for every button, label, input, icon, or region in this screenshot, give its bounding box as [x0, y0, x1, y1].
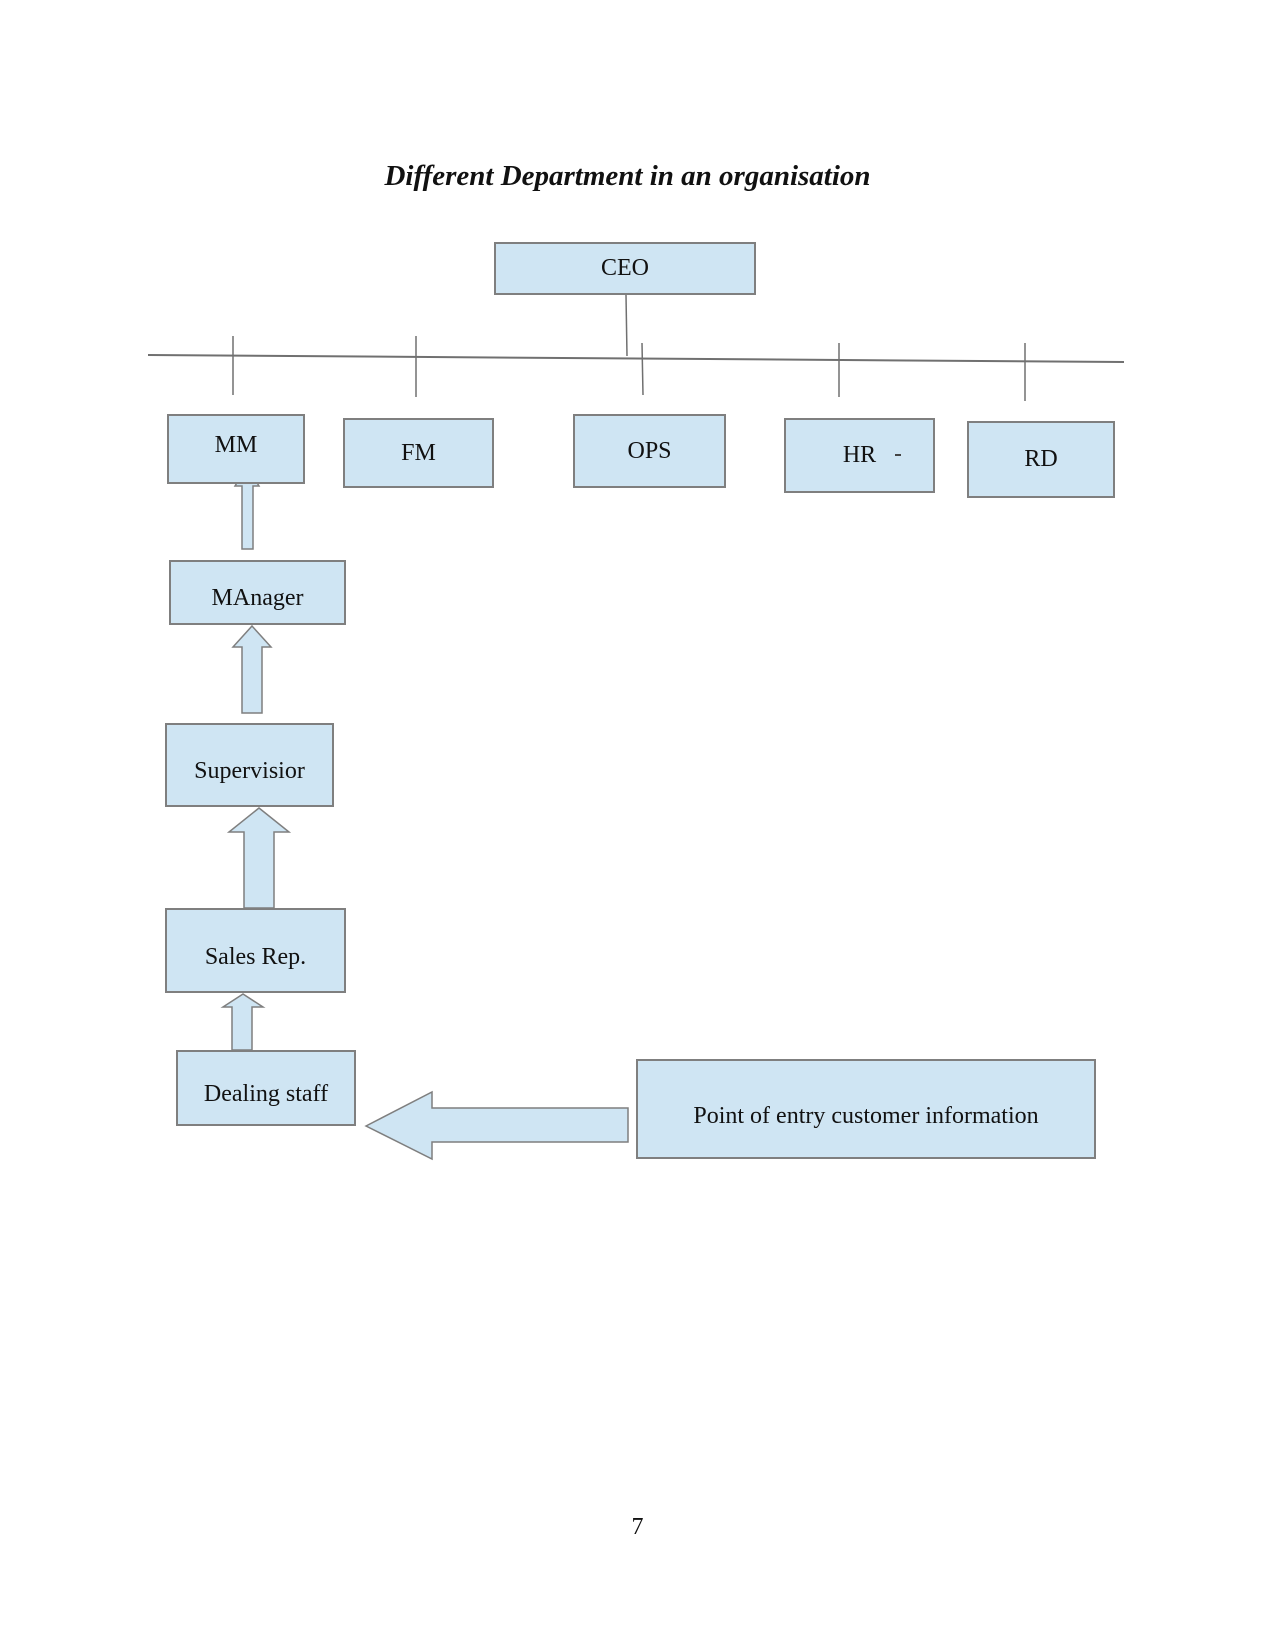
ceo-box: CEO [494, 242, 756, 295]
dept-box-hr: HR [784, 418, 935, 493]
manager-box: MAnager [169, 560, 346, 625]
dept-box-rd: RD [967, 421, 1115, 498]
dept-box-ops: OPS [573, 414, 726, 488]
dealing-staff-box: Dealing staff [176, 1050, 356, 1126]
entry-label: Point of entry customer information [693, 1102, 1039, 1129]
page-number: 7 [631, 1514, 644, 1540]
arrow-dealing-to-salesrep [220, 993, 266, 1051]
tick-ops [641, 342, 644, 396]
sales-rep-box: Sales Rep. [165, 908, 346, 993]
dept-label: FM [401, 439, 436, 466]
arrow-entry-to-dealing [364, 1090, 629, 1161]
dept-label: OPS [627, 437, 672, 464]
dept-box-mm: MM [167, 414, 305, 484]
chain-label: Dealing staff [203, 1080, 329, 1107]
chain-label: MAnager [211, 585, 304, 611]
entry-box: Point of entry customer information [636, 1059, 1096, 1159]
dept-box-fm: FM [343, 418, 494, 488]
department-bus-line [147, 354, 1125, 363]
ceo-label: CEO [601, 255, 649, 281]
supervisor-box: Supervisior [165, 723, 334, 807]
arrow-supervisor-to-manager [231, 624, 273, 714]
dept-label: HR [842, 442, 877, 468]
dept-label: MM [214, 431, 258, 458]
chain-label: Sales Rep. [204, 944, 307, 970]
ceo-connector [625, 294, 628, 357]
dept-label: RD [1024, 446, 1058, 472]
stray-mark [895, 454, 901, 456]
chain-label: Supervisior [194, 757, 305, 784]
arrow-salesrep-to-supervisor [226, 807, 292, 909]
